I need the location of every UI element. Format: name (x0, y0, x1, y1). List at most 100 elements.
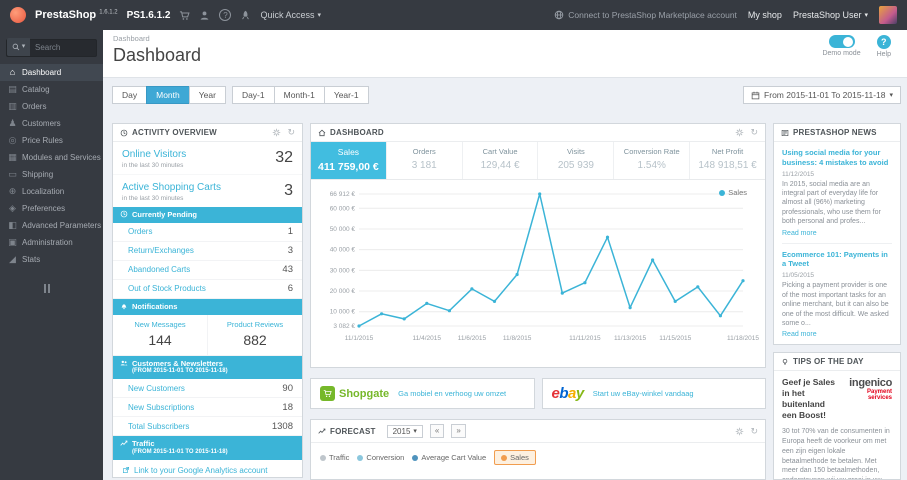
panel-settings-icon[interactable] (735, 128, 744, 137)
forecast-toggle-conversion[interactable]: Conversion (357, 451, 404, 464)
returns-link[interactable]: Return/Exchanges (128, 246, 194, 255)
breadcrumb: Dashboard (113, 34, 150, 43)
sidebar-item-stats[interactable]: ◢ Stats (0, 251, 103, 268)
sidebar-item-price-rules[interactable]: ◎ Price Rules (0, 132, 103, 149)
marketplace-link[interactable]: Connect to PrestaShop Marketplace accoun… (554, 10, 737, 20)
panel-title: DASHBOARD (330, 128, 384, 137)
panel-refresh-icon[interactable]: ↻ (750, 128, 758, 137)
forecast-toggle-sales[interactable]: Sales (494, 450, 536, 465)
people-icon (120, 359, 128, 367)
customers-icon: ♟ (8, 117, 17, 128)
google-analytics-link[interactable]: Link to your Google Analytics account (113, 460, 302, 477)
sales-chart-area: 3 082 € 10 000 € 20 000 € 30 000 € 40 000 € 5… (311, 180, 765, 351)
abandoned-carts-link[interactable]: Abandoned Carts (128, 265, 190, 274)
sidebar-item-orders[interactable]: ▥ Orders (0, 98, 103, 115)
dashboard-icon (318, 129, 326, 137)
my-shop-link[interactable]: My shop (748, 10, 782, 20)
svg-text:40 000 €: 40 000 € (330, 247, 356, 254)
forecast-prev-button[interactable]: « (429, 424, 445, 438)
ebay-link[interactable]: Start uw eBay-winkel vandaag (593, 389, 694, 399)
administration-icon: ▣ (8, 236, 17, 247)
month-button[interactable]: Month (146, 86, 190, 104)
out-of-stock-link[interactable]: Out of Stock Products (128, 284, 206, 293)
sidebar: ▾ ⌂Dashboard ▤Catalog ▥Orders ♟Customers… (0, 30, 103, 480)
search-icon (12, 43, 20, 51)
clock-icon (120, 210, 128, 218)
news-article-title-link[interactable]: Using social media for your business: 4 … (782, 148, 892, 168)
pending-orders-link[interactable]: Orders (128, 227, 152, 236)
new-subscriptions-link[interactable]: New Subscriptions (128, 403, 194, 412)
collapse-menu-button[interactable] (44, 283, 103, 293)
kpi-conversion-rate[interactable]: Conversion Rate 1.54% (614, 142, 691, 179)
avatar[interactable] (879, 6, 897, 24)
year-button[interactable]: Year (188, 86, 226, 104)
page-header: Dashboard Dashboard Demo mode ? Help (103, 30, 907, 78)
kpi-visits[interactable]: Visits 205 939 (538, 142, 615, 179)
svg-text:11/1/2015: 11/1/2015 (345, 335, 374, 342)
sidebar-item-dashboard[interactable]: ⌂ Dashboard (0, 63, 103, 81)
kpi-net-profit[interactable]: Net Profit 148 918,51 € (690, 142, 765, 179)
user-menu[interactable]: PrestaShop User ▾ (793, 10, 868, 20)
kpi-cart-value[interactable]: Cart Value 129,44 € (463, 142, 539, 179)
activity-icon (120, 129, 128, 137)
sidebar-item-preferences[interactable]: ◈ Preferences (0, 200, 103, 217)
page-title: Dashboard (113, 45, 202, 65)
customer-notifications-button[interactable] (199, 10, 210, 21)
panel-settings-icon[interactable] (272, 128, 281, 137)
total-subscribers-link[interactable]: Total Subscribers (128, 422, 189, 431)
date-range-button[interactable]: From 2015-11-01 To 2015-11-18 ▾ (743, 86, 901, 104)
sidebar-item-shipping[interactable]: ▭ Shipping (0, 166, 103, 183)
quick-access-menu[interactable]: Quick Access ▾ (260, 10, 321, 20)
panel-refresh-icon[interactable]: ↻ (287, 128, 295, 137)
year-minus-1-button[interactable]: Year-1 (323, 86, 369, 104)
new-customers-link[interactable]: New Customers (128, 384, 185, 393)
ebay-logo[interactable]: ebay (552, 385, 585, 402)
search-scope-button[interactable]: ▾ (7, 38, 30, 56)
onboarding-rocket-button[interactable] (240, 10, 251, 21)
sidebar-item-administration[interactable]: ▣ Administration (0, 234, 103, 251)
sidebar-item-catalog[interactable]: ▤ Catalog (0, 81, 103, 98)
divider (782, 242, 892, 244)
cart-notifications-button[interactable] (179, 10, 190, 21)
help-button[interactable]: ? (876, 35, 891, 49)
sidebar-item-modules[interactable]: ▦ Modules and Services (0, 149, 103, 166)
month-minus-1-button[interactable]: Month-1 (273, 86, 325, 104)
find-more-news-link[interactable]: Find more news (782, 338, 892, 344)
svg-text:11/8/2015: 11/8/2015 (503, 335, 532, 342)
tip-body: 30 tot 70% van de consumenten in Europa … (782, 428, 890, 479)
ingenico-logo[interactable]: ingenico Payment services (844, 377, 892, 401)
shopgate-link[interactable]: Ga mobiel en verhoog uw omzet (398, 389, 506, 399)
forecast-toggle-traffic[interactable]: Traffic (320, 451, 349, 464)
shopgate-logo[interactable]: Shopgate (320, 386, 389, 401)
sidebar-item-advanced-parameters[interactable]: ◧ Advanced Parameters (0, 217, 103, 234)
legend-dot (719, 189, 726, 196)
product-reviews-cell[interactable]: Product Reviews 882 (207, 314, 302, 355)
sidebar-item-localization[interactable]: ⊕ Localization (0, 183, 103, 200)
forecast-year-select[interactable]: 2015 ▾ (386, 424, 423, 438)
demo-mode-toggle[interactable] (828, 35, 855, 48)
active-carts-link[interactable]: Active Shopping Carts (122, 182, 221, 193)
read-more-link[interactable]: Read more (782, 230, 892, 237)
new-messages-cell[interactable]: New Messages 144 (113, 315, 207, 355)
support-button[interactable]: ? (219, 9, 232, 21)
news-article-title-link[interactable]: Ecommerce 101: Payments in a Tweet (782, 250, 892, 270)
sidebar-item-customers[interactable]: ♟ Customers (0, 115, 103, 132)
panel-title: ACTIVITY OVERVIEW (132, 128, 217, 137)
svg-text:11/18/2015: 11/18/2015 (727, 335, 759, 342)
day-button[interactable]: Day (112, 86, 148, 104)
forecast-next-button[interactable]: » (451, 424, 466, 438)
news-article-date: 11/12/2015 (782, 170, 815, 178)
read-more-link[interactable]: Read more (782, 331, 892, 338)
day-minus-1-button[interactable]: Day-1 (231, 86, 275, 104)
panel-refresh-icon[interactable]: ↻ (750, 426, 758, 436)
kpi-sales[interactable]: Sales 411 759,00 € (311, 142, 387, 179)
external-link-icon (122, 466, 130, 474)
active-carts-stat: Active Shopping Carts in the last 30 min… (122, 182, 293, 202)
panel-settings-icon[interactable] (735, 427, 744, 436)
online-visitors-link[interactable]: Online Visitors (122, 149, 186, 160)
kpi-orders[interactable]: Orders 3 181 (387, 142, 463, 179)
advanced-parameters-icon: ◧ (8, 219, 17, 230)
forecast-toggle-average-cart-value[interactable]: Average Cart Value (412, 451, 486, 464)
chevron-down-icon: ▾ (317, 11, 322, 19)
shop-name: PS1.6.1.2 (126, 9, 171, 21)
